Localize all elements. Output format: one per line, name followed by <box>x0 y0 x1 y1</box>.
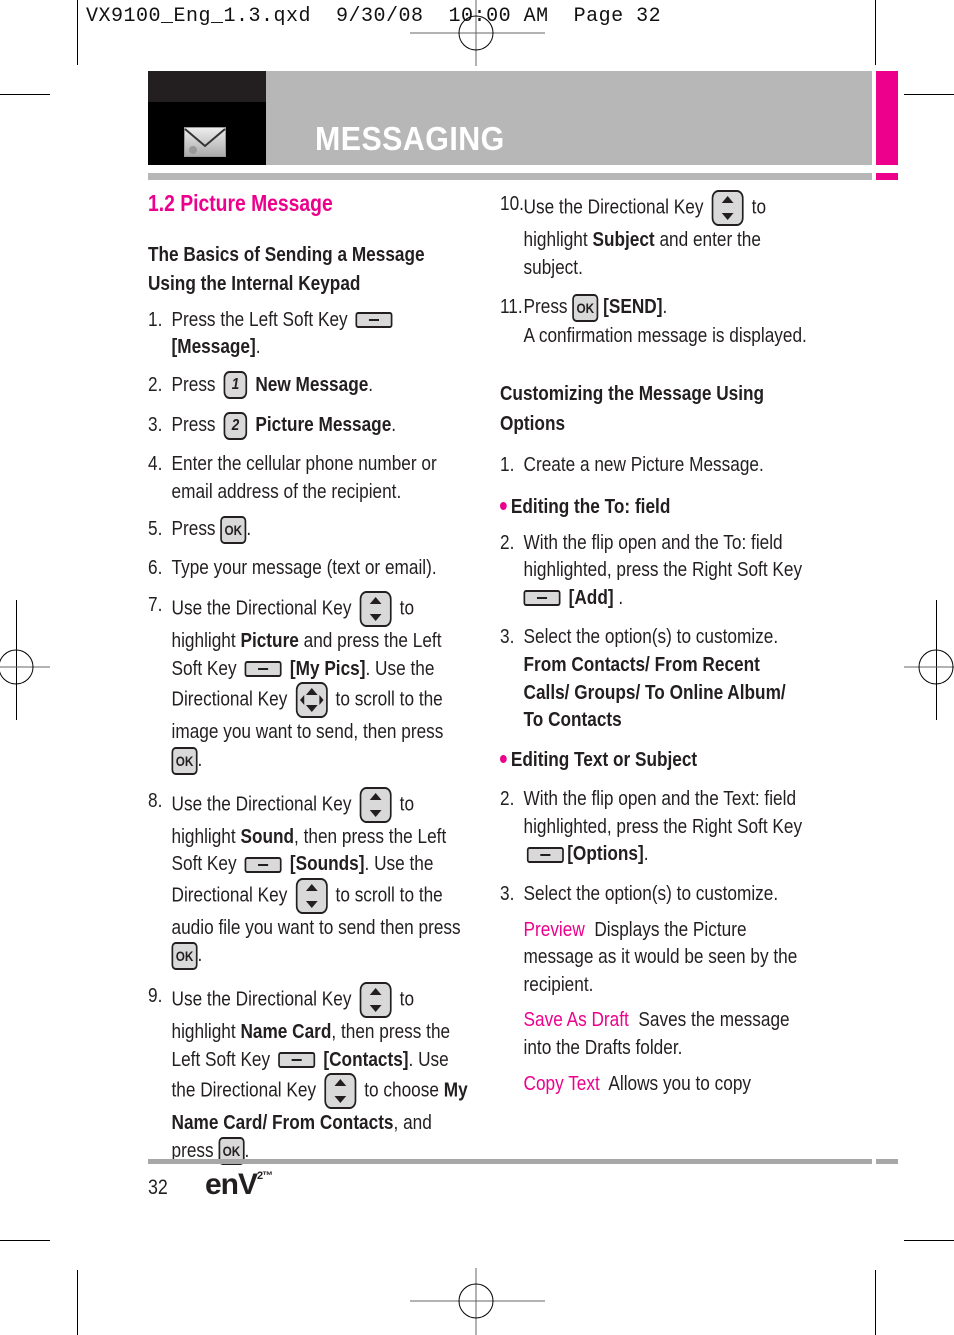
crop-mark <box>0 94 50 95</box>
right-soft-key-icon <box>523 590 561 607</box>
step-5: 5. Press OK. <box>148 515 468 544</box>
page-number: 32 <box>148 1176 168 1199</box>
envelope-icon <box>184 127 226 157</box>
crop-mark <box>875 0 876 65</box>
subsection-heading: The Basics of Sending a Message Using th… <box>148 242 425 295</box>
step-11: 11. Press OK [SEND]. A confirmation mess… <box>500 293 807 347</box>
subsection-heading: Customizing the Message Using Options <box>500 382 765 436</box>
step-1: 1. Create a new Picture Message. <box>500 453 764 477</box>
bullet-icon <box>500 754 507 763</box>
chapter-title: MESSAGING <box>315 120 505 157</box>
header-rule <box>148 173 872 180</box>
option-save-as-draft: Save As Draft Saves the message into the… <box>523 1008 790 1060</box>
option-copy-text: Copy Text Allows you to copy <box>523 1071 752 1095</box>
key-1-icon: 1 <box>223 371 248 400</box>
step-2: 2. With the flip open and the To: field … <box>500 530 803 609</box>
header-accent-tab <box>876 71 898 165</box>
step-8: 8. Use the Directional Key to highlight … <box>148 786 468 971</box>
crop-mark <box>0 1240 50 1241</box>
left-column: 1.2 Picture Message The Basics of Sendin… <box>148 190 468 1166</box>
left-soft-key-icon <box>355 312 393 329</box>
step-3: 3. Press 2 Picture Message. <box>148 411 468 440</box>
section-title: 1.2 Picture Message <box>148 190 333 216</box>
header-rule-accent <box>876 173 898 180</box>
directional-key-icon <box>324 1073 357 1110</box>
crop-mark <box>77 1270 78 1335</box>
registration-mark-right <box>904 649 954 685</box>
step-3: 3. Select the option(s) to customize. Fr… <box>500 625 786 732</box>
key-2-icon: 2 <box>223 411 248 440</box>
left-soft-key-icon <box>278 1052 316 1069</box>
right-column: 10. Use the Directional Key to highlight… <box>500 190 810 1097</box>
left-soft-key-icon <box>244 661 282 678</box>
ok-key-icon: OK <box>220 515 247 544</box>
ok-key-icon: OK <box>171 746 198 775</box>
left-soft-key-icon <box>244 856 282 873</box>
crop-mark <box>904 1240 954 1241</box>
ok-key-icon: OK <box>572 293 599 322</box>
footer-rule-end <box>876 1159 898 1164</box>
env2-logo: enV2™ <box>205 1168 273 1201</box>
registration-mark-bottom <box>410 1268 545 1335</box>
bullet-icon <box>500 501 507 510</box>
crop-mark <box>875 1270 876 1335</box>
directional-key-icon <box>295 877 328 914</box>
directional-key-icon <box>359 786 392 823</box>
crop-mark <box>904 94 954 95</box>
step-4: 4. Enter the cellular phone number or em… <box>148 451 437 503</box>
crop-mark <box>77 0 78 65</box>
step-6: 6. Type your message (text or email). <box>148 555 437 579</box>
directional-key-icon <box>359 591 392 628</box>
step-7: 7. Use the Directional Key to highlight … <box>148 591 468 775</box>
ok-key-icon: OK <box>171 942 198 971</box>
step-2: 2. With the flip open and the Text: fiel… <box>500 787 803 866</box>
right-soft-key-icon <box>526 847 564 864</box>
step-10: 10. Use the Directional Key to highlight… <box>500 190 767 279</box>
option-preview: Preview Displays the Picture message as … <box>523 917 798 996</box>
print-slug: VX9100_Eng_1.3.qxd 9/30/08 10:00 AM Page… <box>86 5 662 28</box>
step-1: 1. Press the Left Soft Key [Message]. <box>148 306 468 361</box>
bullet-heading: Editing the To: field <box>500 493 810 521</box>
step-2: 2. Press 1 New Message. <box>148 371 468 400</box>
directional-key-icon <box>711 190 744 226</box>
four-way-directional-key-icon <box>295 682 328 719</box>
step-3: 3. Select the option(s) to customize. <box>500 882 779 906</box>
bullet-heading: Editing Text or Subject <box>500 746 810 774</box>
header-icon-box-top <box>148 71 266 102</box>
step-9: 9. Use the Directional Key to highlight … <box>148 982 468 1166</box>
footer-rule <box>148 1159 872 1164</box>
directional-key-icon <box>359 982 392 1019</box>
registration-mark-left <box>0 649 50 685</box>
